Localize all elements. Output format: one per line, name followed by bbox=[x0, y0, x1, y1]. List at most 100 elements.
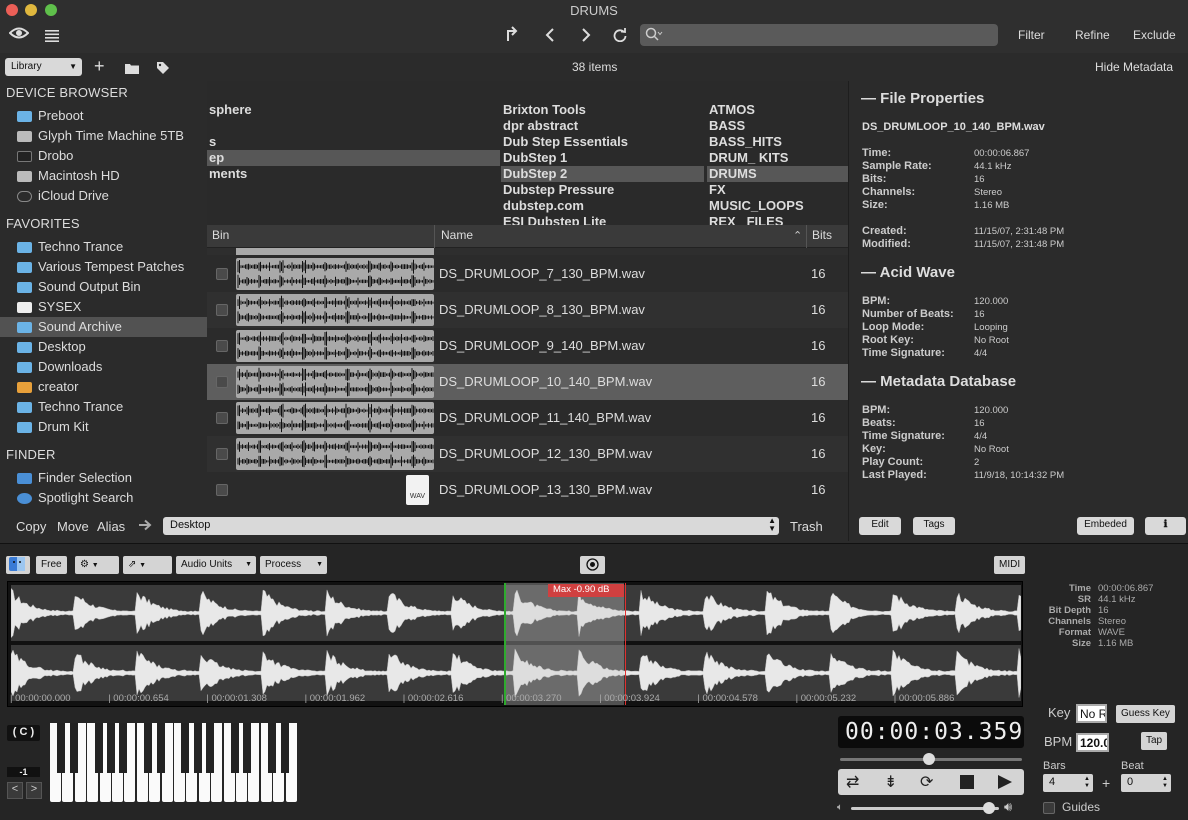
volume-slider-knob[interactable] bbox=[982, 802, 995, 814]
loop-icon[interactable]: ⟳ bbox=[920, 772, 933, 792]
refine-button[interactable]: Refine bbox=[1075, 28, 1110, 42]
column-item[interactable]: MUSIC_LOOPS bbox=[707, 198, 848, 214]
embeded-button[interactable]: Embeded bbox=[1077, 517, 1134, 535]
library-popup[interactable]: Library ▼ bbox=[5, 58, 82, 76]
edit-button[interactable]: Edit bbox=[859, 517, 901, 535]
bars-stepper[interactable]: 4 ▲ ▼ bbox=[1043, 774, 1093, 792]
bin-checkbox[interactable] bbox=[216, 304, 228, 316]
search-field[interactable] bbox=[640, 24, 998, 46]
piano-black-key[interactable] bbox=[181, 723, 190, 773]
process-popup[interactable]: Process ▼ bbox=[260, 556, 327, 574]
filter-button[interactable]: Filter bbox=[1018, 28, 1045, 42]
column-item[interactable]: DubStep 1 bbox=[501, 150, 704, 166]
volume-slider-track[interactable] bbox=[851, 807, 999, 810]
table-row[interactable]: DS_DRUMLOOP_12_130_BPM.wav 16 bbox=[207, 436, 848, 472]
piano-black-key[interactable] bbox=[119, 723, 128, 773]
guides-checkbox[interactable] bbox=[1043, 802, 1055, 814]
refresh-icon[interactable] bbox=[613, 27, 627, 47]
table-row[interactable]: DS_DRUMLOOP_10_140_BPM.wav 16 bbox=[207, 364, 848, 400]
column-item[interactable]: ep bbox=[207, 150, 500, 166]
column-item[interactable]: BASS_HITS bbox=[707, 134, 848, 150]
column-item[interactable]: s bbox=[207, 134, 500, 150]
piano-black-key[interactable] bbox=[94, 723, 103, 773]
header-bin[interactable]: Bin bbox=[212, 228, 229, 242]
column-item[interactable] bbox=[207, 182, 500, 198]
piano-black-key[interactable] bbox=[280, 723, 289, 773]
column-item[interactable]: dpr abstract bbox=[501, 118, 704, 134]
column-item[interactable]: DRUMS bbox=[707, 166, 848, 182]
column-item[interactable] bbox=[207, 198, 500, 214]
column-item[interactable]: DubStep 2 bbox=[501, 166, 704, 182]
alias-button[interactable]: Alias bbox=[97, 519, 125, 534]
midi-button[interactable]: MIDI bbox=[994, 556, 1026, 574]
gear-menu-button[interactable]: ⚙ ▼ bbox=[75, 556, 119, 574]
column-item[interactable]: DRUM_ KITS bbox=[707, 150, 848, 166]
tag-icon[interactable] bbox=[156, 61, 170, 77]
tags-button[interactable]: Tags bbox=[913, 517, 955, 535]
column-item[interactable]: Dubstep Pressure bbox=[501, 182, 704, 198]
search-input[interactable] bbox=[666, 26, 992, 44]
shuffle-icon[interactable]: ⇄ bbox=[846, 772, 859, 792]
column-item[interactable] bbox=[207, 214, 500, 225]
play-icon[interactable] bbox=[997, 774, 1013, 793]
column-item[interactable]: sphere bbox=[207, 102, 500, 118]
bin-checkbox[interactable] bbox=[216, 484, 228, 496]
insert-icon[interactable]: ⇟ bbox=[884, 772, 897, 792]
copy-button[interactable]: Copy bbox=[16, 519, 46, 534]
waveform-view[interactable]: Max -0.90 dB | 00:00:00.000 | 00:00:00.65… bbox=[7, 581, 1023, 707]
piano-black-key[interactable] bbox=[206, 723, 215, 773]
piano-black-key[interactable] bbox=[193, 723, 202, 773]
table-row[interactable]: WAV DS_DRUMLOOP_13_130_BPM.wav 16 bbox=[207, 472, 848, 508]
enclosing-folder-icon[interactable] bbox=[505, 26, 519, 47]
piano-black-key[interactable] bbox=[69, 723, 78, 773]
piano-black-key[interactable] bbox=[144, 723, 153, 773]
move-button[interactable]: Move bbox=[57, 519, 89, 534]
column-item[interactable]: REX_ FILES bbox=[707, 214, 848, 225]
column-item[interactable]: ments bbox=[207, 166, 500, 182]
piano-black-key[interactable] bbox=[243, 723, 252, 773]
piano-black-key[interactable] bbox=[231, 723, 239, 773]
add-icon[interactable]: + bbox=[94, 56, 105, 77]
header-bits[interactable]: Bits bbox=[812, 228, 832, 242]
octave-down-button[interactable]: < bbox=[7, 782, 23, 799]
bin-checkbox[interactable] bbox=[216, 412, 228, 424]
octave-up-button[interactable]: > bbox=[26, 782, 42, 799]
info-icon[interactable]: ℹ bbox=[1145, 517, 1186, 535]
back-icon[interactable] bbox=[545, 27, 555, 47]
key-field[interactable]: No Root bbox=[1076, 704, 1107, 723]
eye-icon[interactable] bbox=[8, 24, 30, 47]
tap-button[interactable]: Tap bbox=[1141, 732, 1168, 750]
table-row[interactable]: DS_DRUMLOOP_9_140_BPM.wav 16 bbox=[207, 328, 848, 364]
column-item[interactable] bbox=[207, 118, 500, 134]
beat-stepper[interactable]: 0 ▲ ▼ bbox=[1121, 774, 1171, 792]
table-row[interactable]: DS_DRUMLOOP_8_130_BPM.wav 16 bbox=[207, 292, 848, 328]
column-item[interactable]: dubstep.com bbox=[501, 198, 704, 214]
piano-black-key[interactable] bbox=[268, 723, 277, 773]
stop-icon[interactable] bbox=[960, 775, 974, 789]
guess-key-button[interactable]: Guess Key bbox=[1116, 705, 1175, 723]
target-icon[interactable] bbox=[580, 556, 605, 574]
column-item[interactable]: ATMOS bbox=[707, 102, 848, 118]
metadata-database-heading[interactable]: — Metadata Database bbox=[861, 373, 1016, 390]
selection-region[interactable] bbox=[504, 583, 624, 705]
audio-units-popup[interactable]: Audio Units ▼ bbox=[176, 556, 256, 574]
bin-checkbox[interactable] bbox=[216, 376, 228, 388]
column-item[interactable]: FX bbox=[707, 182, 848, 198]
column-item[interactable]: Dub Step Essentials bbox=[501, 134, 704, 150]
finder-icon[interactable] bbox=[6, 556, 30, 574]
table-row[interactable]: DS_DRUMLOOP_7_130_BPM.wav 16 bbox=[207, 256, 848, 292]
playhead[interactable] bbox=[625, 583, 626, 705]
header-name[interactable]: Name bbox=[441, 228, 473, 242]
free-button[interactable]: Free bbox=[36, 556, 67, 574]
file-properties-heading[interactable]: — File Properties bbox=[861, 90, 984, 107]
bpm-field[interactable]: 120.000 bbox=[1076, 733, 1109, 752]
folder-icon[interactable] bbox=[125, 62, 139, 77]
column-item[interactable]: ESI Dubstep Lite bbox=[501, 214, 704, 225]
exclude-button[interactable]: Exclude bbox=[1133, 28, 1176, 42]
list-icon[interactable] bbox=[45, 27, 59, 47]
piano-black-key[interactable] bbox=[107, 723, 115, 773]
hide-metadata-button[interactable]: Hide Metadata bbox=[1095, 60, 1173, 74]
destination-popup[interactable]: Desktop ▲ ▼ bbox=[163, 517, 779, 535]
forward-icon[interactable] bbox=[581, 27, 591, 47]
column-item[interactable]: BASS bbox=[707, 118, 848, 134]
